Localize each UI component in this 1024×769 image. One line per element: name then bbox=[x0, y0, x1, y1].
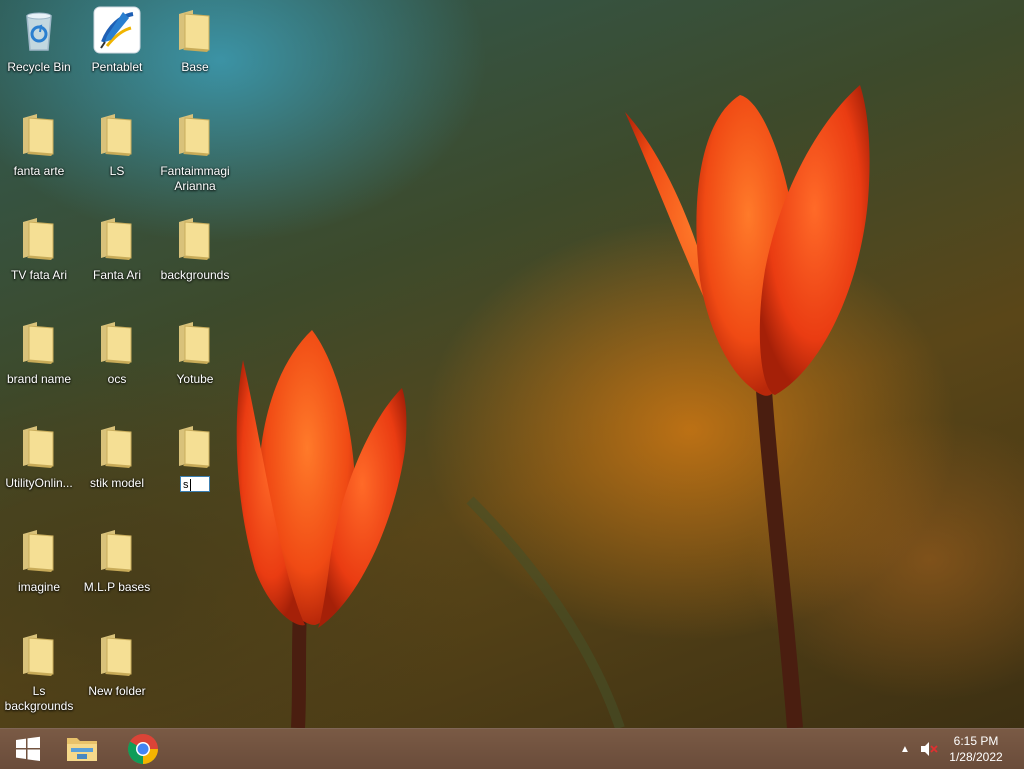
desktop-icon-label: backgrounds bbox=[160, 268, 230, 282]
folder-icon bbox=[23, 634, 54, 676]
desktop-icon-pentablet[interactable]: Pentablet bbox=[78, 6, 156, 75]
folder-icon bbox=[23, 114, 54, 156]
folder-icon bbox=[23, 218, 54, 260]
desktop-icon-stik-model[interactable]: stik model bbox=[78, 422, 156, 491]
file-explorer-icon bbox=[67, 738, 97, 761]
desktop-icon-fanta-arte[interactable]: fanta arte bbox=[0, 110, 78, 179]
folder-icon bbox=[179, 322, 210, 364]
folder-icon bbox=[101, 322, 132, 364]
desktop-icon-label: TV fata Ari bbox=[10, 268, 68, 282]
desktop-icon-utilityonline[interactable]: UtilityOnlin... bbox=[0, 422, 78, 491]
desktop-icon-base[interactable]: Base bbox=[156, 6, 234, 75]
desktop-icon-label: Fantaimmagi Arianna bbox=[160, 164, 230, 193]
folder-icon bbox=[101, 218, 132, 260]
desktop-icon-fantaimmagi-arianna[interactable]: Fantaimmagi Arianna bbox=[156, 110, 234, 194]
desktop-icon-fanta-ari[interactable]: Fanta Ari bbox=[78, 214, 156, 283]
desktop-icon-label: UtilityOnlin... bbox=[5, 476, 73, 490]
folder-icon bbox=[179, 426, 210, 468]
desktop-icon-new-folder[interactable]: New folder bbox=[78, 630, 156, 699]
desktop-icon-backgrounds[interactable]: backgrounds bbox=[156, 214, 234, 283]
folder-icon bbox=[179, 218, 210, 260]
folder-icon bbox=[23, 426, 54, 468]
recycle-bin-icon bbox=[26, 12, 52, 51]
desktop-icon-label: Recycle Bin bbox=[7, 60, 71, 74]
volume-button[interactable] bbox=[918, 729, 940, 769]
desktop-icon-label: M.L.P bases bbox=[83, 580, 151, 594]
desktop-icon-label: brand name bbox=[6, 372, 72, 386]
folder-icon bbox=[23, 322, 54, 364]
rename-input[interactable]: s bbox=[180, 476, 210, 492]
folder-icon bbox=[179, 10, 210, 52]
rename-input-value: s bbox=[183, 479, 189, 491]
desktop-icon-label: New folder bbox=[88, 684, 146, 698]
desktop-icon-renaming-folder[interactable]: s bbox=[156, 422, 234, 492]
system-clock[interactable]: 6:15 PM 1/28/2022 bbox=[944, 733, 1008, 765]
folder-icon bbox=[101, 426, 132, 468]
clock-date: 1/28/2022 bbox=[949, 750, 1003, 764]
windows-logo-icon bbox=[16, 736, 40, 761]
start-button[interactable] bbox=[0, 729, 56, 769]
desktop-icon-recycle-bin[interactable]: Recycle Bin bbox=[0, 6, 78, 75]
text-caret bbox=[189, 479, 191, 492]
desktop-icon-label: Pentablet bbox=[91, 60, 143, 74]
desktop-icon-label: Base bbox=[181, 60, 209, 74]
chevron-up-icon: ▲ bbox=[900, 743, 910, 755]
chrome-taskbar-button[interactable] bbox=[114, 729, 172, 769]
desktop-icon-label: Fanta Ari bbox=[92, 268, 142, 282]
show-hidden-icons-button[interactable]: ▲ bbox=[896, 729, 914, 769]
desktop-icon-tv-fata-ari[interactable]: TV fata Ari bbox=[0, 214, 78, 283]
taskbar: ▲ 6:15 PM 1/28/2022 bbox=[0, 728, 1024, 769]
desktop-icon-label: imagine bbox=[17, 580, 61, 594]
desktop[interactable]: Recycle Bin fanta arte TV fata Ari brand… bbox=[0, 0, 1024, 768]
desktop-icon-imagine[interactable]: imagine bbox=[0, 526, 78, 595]
chrome-icon bbox=[127, 734, 158, 765]
desktop-icon-label: stik model bbox=[89, 476, 145, 490]
clock-time: 6:15 PM bbox=[953, 734, 999, 748]
folder-icon bbox=[179, 114, 210, 156]
desktop-icon-label: Yotube bbox=[176, 372, 214, 386]
folder-icon bbox=[101, 114, 132, 156]
desktop-icon-label: LS bbox=[109, 164, 125, 178]
desktop-icon-label: ocs bbox=[107, 372, 127, 386]
desktop-icon-label: Ls backgrounds bbox=[4, 684, 74, 713]
desktop-icon-ocs[interactable]: ocs bbox=[78, 318, 156, 387]
folder-icon bbox=[101, 530, 132, 572]
volume-muted-icon bbox=[921, 742, 938, 756]
desktop-icon-ls[interactable]: LS bbox=[78, 110, 156, 179]
folder-icon bbox=[23, 530, 54, 572]
desktop-icon-mlp-bases[interactable]: M.L.P bases bbox=[78, 526, 156, 595]
pentablet-app-icon bbox=[93, 6, 141, 54]
desktop-icon-label: fanta arte bbox=[13, 164, 65, 178]
desktop-icon-brand-name[interactable]: brand name bbox=[0, 318, 78, 387]
folder-icon bbox=[101, 634, 132, 676]
desktop-icon-ls-backgrounds[interactable]: Ls backgrounds bbox=[0, 630, 78, 714]
file-explorer-taskbar-button[interactable] bbox=[54, 729, 110, 769]
desktop-icon-yotube[interactable]: Yotube bbox=[156, 318, 234, 387]
